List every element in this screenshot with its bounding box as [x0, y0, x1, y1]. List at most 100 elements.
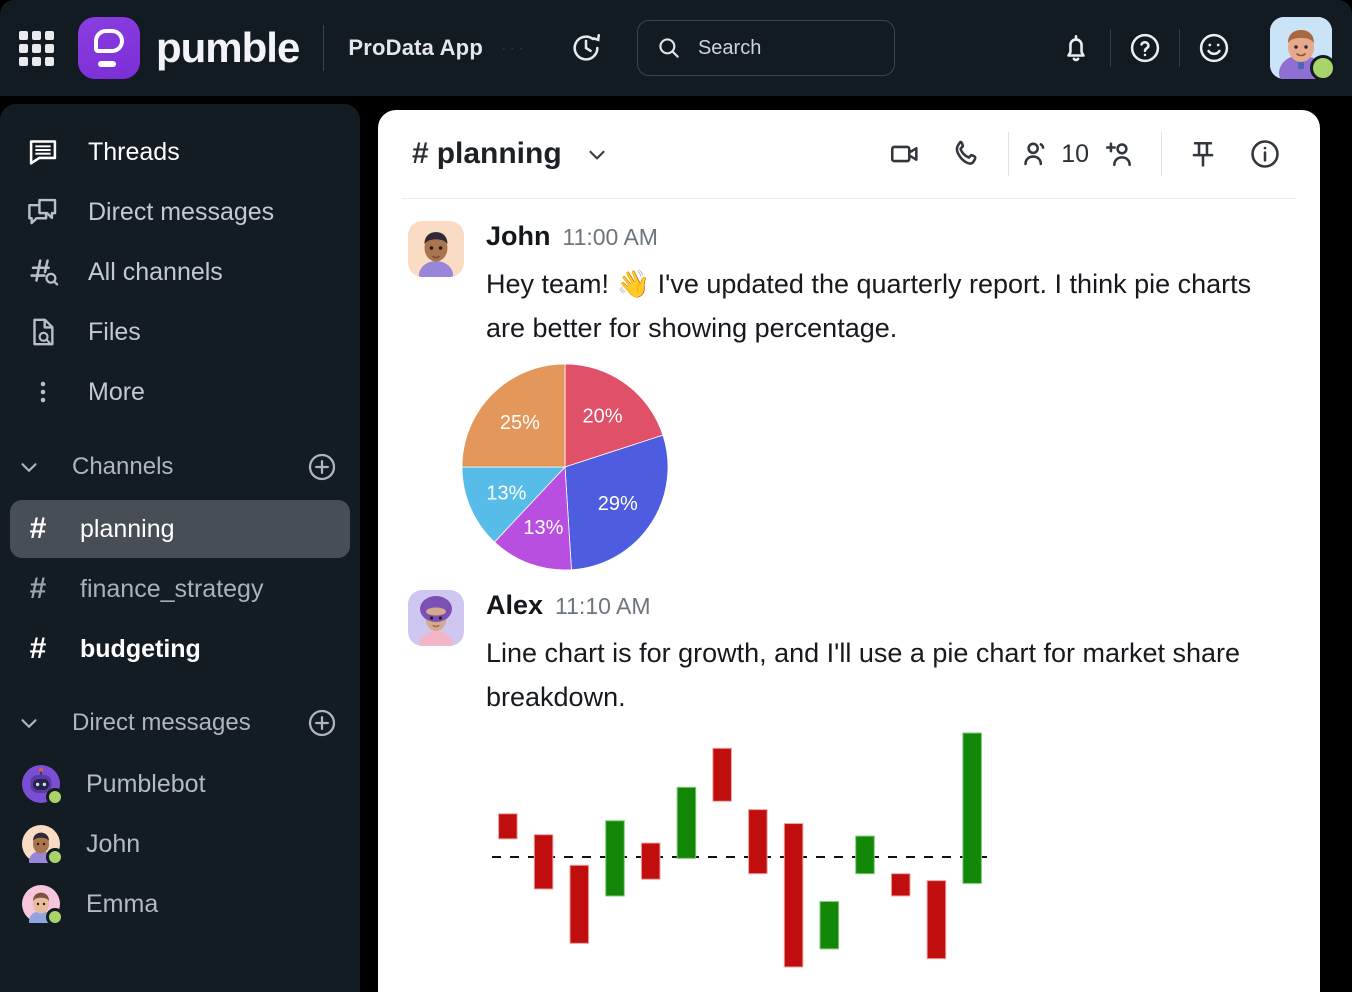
- channel-name: finance_strategy: [80, 574, 264, 603]
- phone-icon[interactable]: [950, 137, 984, 171]
- dm-name: Emma: [86, 889, 159, 918]
- files-icon: [24, 313, 62, 351]
- avatar[interactable]: [408, 221, 464, 277]
- chevron-down-icon[interactable]: [14, 454, 44, 480]
- waterfall-chart-attachment[interactable]: [378, 725, 1320, 975]
- channel-name: budgeting: [80, 634, 201, 663]
- svg-text:20%: 20%: [583, 405, 623, 427]
- message-timestamp: 11:00 AM: [562, 224, 658, 250]
- search-input[interactable]: Search: [636, 20, 895, 76]
- pin-icon[interactable]: [1186, 137, 1220, 171]
- threads-icon: [24, 133, 62, 171]
- workspace-name[interactable]: ProData App: [348, 35, 483, 61]
- svg-text:13%: 13%: [486, 482, 526, 504]
- waterfall-chart: [492, 732, 988, 968]
- sidebar-dm-pumblebot[interactable]: Pumblebot: [10, 754, 350, 814]
- sidebar-channel-budgeting[interactable]: # budgeting: [10, 620, 350, 678]
- hash-icon: #: [29, 632, 47, 665]
- dm-name: John: [86, 829, 141, 858]
- section-label: Channels: [72, 453, 174, 480]
- add-circle-icon[interactable]: [306, 707, 338, 739]
- sidebar-label: Files: [88, 317, 141, 346]
- avatar[interactable]: [408, 590, 464, 646]
- add-circle-icon[interactable]: [306, 451, 338, 483]
- sidebar-channel-finance-strategy[interactable]: # finance_strategy: [10, 560, 350, 618]
- hash-icon: #: [412, 137, 429, 170]
- more-dots-icon: [24, 373, 62, 411]
- sidebar-item-direct-messages[interactable]: Direct messages: [10, 182, 350, 242]
- search-placeholder: Search: [697, 36, 762, 59]
- message-author[interactable]: John: [486, 221, 551, 252]
- avatar: [22, 885, 64, 926]
- presence-indicator: [46, 848, 64, 866]
- info-circle-icon[interactable]: [1248, 137, 1282, 171]
- sidebar-dm-emma[interactable]: Emma: [10, 874, 350, 934]
- video-camera-icon[interactable]: [888, 137, 922, 171]
- svg-text:25%: 25%: [500, 412, 540, 434]
- main-panel: # planning 10 John 11:00 AM Hey team! 👋 …: [378, 110, 1320, 992]
- sidebar-channel-planning[interactable]: # planning: [10, 500, 350, 558]
- section-label: Direct messages: [72, 709, 251, 736]
- message-author[interactable]: Alex: [486, 590, 543, 621]
- sidebar-section-channels[interactable]: Channels: [0, 436, 360, 498]
- message-header: John 11:00 AM: [486, 221, 1290, 252]
- sidebar-item-all-channels[interactable]: All channels: [10, 242, 350, 302]
- sidebar-label: Threads: [88, 137, 180, 166]
- channel-header-actions: 10: [874, 132, 1296, 176]
- hash-icon: #: [29, 512, 47, 545]
- channel-name: planning: [80, 514, 175, 543]
- members-count-label: 10: [1061, 139, 1089, 168]
- message-body: John 11:00 AM Hey team! 👋 I've updated t…: [486, 221, 1290, 350]
- search-icon: [659, 38, 679, 58]
- presence-indicator: [46, 788, 64, 806]
- bell-icon[interactable]: [1058, 30, 1094, 66]
- question-circle-icon[interactable]: [1127, 30, 1163, 66]
- message-body: Alex 11:10 AM Line chart is for growth, …: [486, 590, 1290, 719]
- presence-indicator: [1310, 55, 1336, 81]
- sidebar-dm-john[interactable]: John: [10, 814, 350, 874]
- hash-icon: #: [29, 572, 47, 605]
- message-john: John 11:00 AM Hey team! 👋 I've updated t…: [378, 199, 1320, 350]
- sidebar-item-more[interactable]: More: [10, 362, 350, 422]
- message-header: Alex 11:10 AM: [486, 590, 1290, 621]
- members-icon: [1024, 142, 1045, 166]
- pie-chart-attachment[interactable]: 20% 29% 13% 13% 25%: [378, 362, 1320, 572]
- sidebar-label: Direct messages: [88, 197, 275, 226]
- page-title[interactable]: # planning: [412, 137, 562, 171]
- dm-name: Pumblebot: [86, 769, 206, 798]
- sidebar-section-direct-messages[interactable]: Direct messages: [0, 692, 360, 754]
- sidebar-item-files[interactable]: Files: [10, 302, 350, 362]
- actions-divider-1: [1110, 29, 1111, 67]
- header-divider: [323, 25, 325, 71]
- message-text: Line chart is for growth, and I'll use a…: [486, 638, 1241, 712]
- avatar: [22, 765, 64, 806]
- all-channels-icon: [24, 253, 62, 291]
- user-avatar[interactable]: [1270, 17, 1336, 81]
- presence-indicator: [46, 908, 64, 926]
- apps-grid-icon[interactable]: [14, 26, 58, 70]
- chevron-down-icon[interactable]: [584, 141, 610, 167]
- top-bar: pumble ProData App ··· Search: [0, 0, 1352, 96]
- svg-text:13%: 13%: [523, 517, 563, 539]
- actions-divider-2: [1179, 29, 1180, 67]
- smiley-icon[interactable]: [1196, 30, 1232, 66]
- chevron-down-icon[interactable]: [14, 710, 44, 736]
- members-count[interactable]: 10: [1019, 137, 1089, 171]
- channel-header: # planning 10: [378, 110, 1320, 198]
- add-person-icon[interactable]: [1103, 137, 1137, 171]
- history-clock-icon[interactable]: [569, 31, 603, 65]
- svg-text:29%: 29%: [598, 493, 638, 515]
- workspace-overflow-dots[interactable]: ···: [501, 38, 527, 58]
- header-divider: [1008, 132, 1010, 176]
- channel-name: planning: [436, 137, 562, 170]
- sidebar-label: All channels: [88, 257, 223, 286]
- app-root: pumble ProData App ··· Search Threads Di…: [0, 0, 1352, 992]
- message-timestamp: 11:10 AM: [555, 593, 651, 619]
- sidebar-label: More: [88, 377, 145, 406]
- avatar: [22, 825, 64, 866]
- sidebar-item-threads[interactable]: Threads: [10, 122, 350, 182]
- top-bar-actions: [1042, 17, 1352, 81]
- pumble-logo-icon: [78, 17, 140, 79]
- sidebar: Threads Direct messages All channels Fil…: [0, 104, 360, 992]
- direct-messages-icon: [24, 193, 62, 231]
